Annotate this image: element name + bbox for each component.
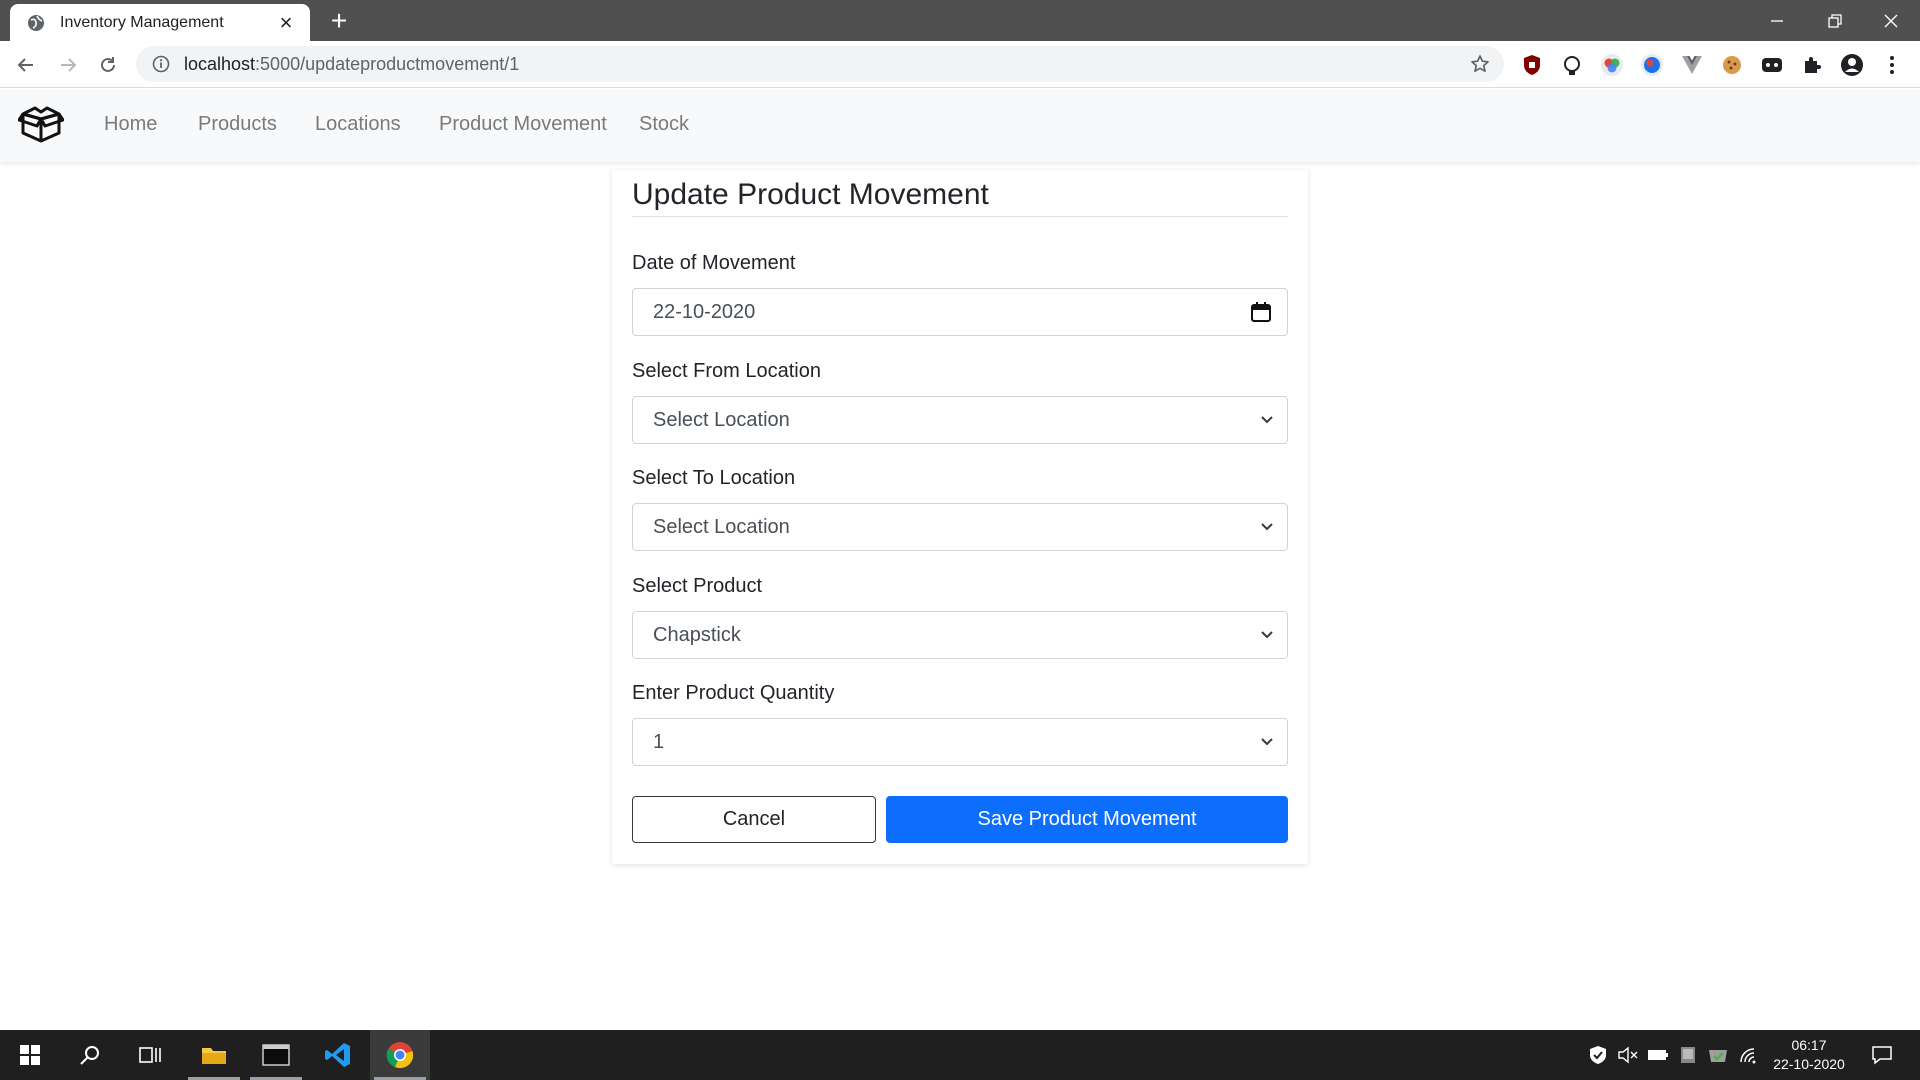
sync-tray-icon[interactable] [1704, 1030, 1732, 1080]
ublock-shield-icon[interactable] [1518, 51, 1546, 79]
nav-locations[interactable]: Locations [315, 113, 401, 136]
update-movement-card: Update Product Movement Date of Movement… [612, 170, 1308, 864]
quantity-select[interactable]: 1 [632, 718, 1288, 766]
browser-toolbar: localhost:5000/updateproductmovement/1 [0, 41, 1920, 88]
tab-title: Inventory Management [60, 13, 224, 31]
url-host: localhost [184, 53, 256, 74]
clock-time: 06:17 [1791, 1037, 1827, 1053]
browser-tab[interactable]: Inventory Management × [10, 4, 310, 41]
system-clock[interactable]: 06:17 22-10-2020 [1764, 1036, 1854, 1074]
address-bar[interactable]: localhost:5000/updateproductmovement/1 [136, 46, 1504, 82]
clock-date: 22-10-2020 [1773, 1056, 1845, 1072]
battery-icon[interactable] [1644, 1030, 1672, 1080]
chevron-down-icon [1247, 611, 1287, 659]
volume-muted-icon[interactable] [1614, 1030, 1642, 1080]
cancel-button[interactable]: Cancel [632, 796, 876, 843]
product-select[interactable]: Chapstick [632, 611, 1288, 659]
restore-window-icon[interactable] [1806, 0, 1864, 41]
from-location-select[interactable]: Select Location [632, 396, 1288, 444]
puzzle-extensions-icon[interactable] [1798, 51, 1826, 79]
to-location-select[interactable]: Select Location [632, 503, 1288, 551]
browser-tab-strip: Inventory Management × + [0, 0, 1920, 41]
from-location-label: Select From Location [632, 360, 821, 382]
from-location-value: Select Location [653, 408, 790, 431]
octocat-icon[interactable] [1558, 51, 1586, 79]
app-navbar: Home Products Locations Product Movement… [0, 89, 1920, 162]
search-icon[interactable] [60, 1030, 120, 1080]
nav-product-movement[interactable]: Product Movement [439, 113, 607, 136]
forward-arrow-icon[interactable] [52, 49, 84, 81]
device-tray-icon[interactable] [1674, 1030, 1702, 1080]
windows-start-icon[interactable] [0, 1030, 60, 1080]
notification-center-icon[interactable] [1864, 1030, 1900, 1080]
product-label: Select Product [632, 575, 763, 597]
chevron-down-icon [1247, 396, 1287, 444]
save-movement-button[interactable]: Save Product Movement [886, 796, 1288, 843]
nav-products[interactable]: Products [198, 113, 277, 136]
minimize-window-icon[interactable] [1748, 0, 1806, 41]
wifi-icon[interactable] [1734, 1030, 1762, 1080]
reload-icon[interactable] [92, 49, 124, 81]
back-arrow-icon[interactable] [10, 49, 42, 81]
calendar-icon[interactable] [1235, 288, 1287, 336]
bookmark-star-icon[interactable] [1468, 52, 1492, 76]
chevron-down-icon [1247, 503, 1287, 551]
nav-home[interactable]: Home [104, 113, 157, 136]
profile-avatar-icon[interactable] [1838, 51, 1866, 79]
file-explorer-icon[interactable] [184, 1030, 244, 1080]
new-tab-button[interactable]: + [324, 6, 354, 36]
vue-devtools-icon[interactable] [1678, 51, 1706, 79]
chevron-down-icon [1247, 718, 1287, 766]
title-divider [632, 216, 1288, 217]
terminal-icon[interactable] [246, 1030, 306, 1080]
task-view-icon[interactable] [120, 1030, 180, 1080]
color-picker-icon[interactable] [1598, 51, 1626, 79]
url-path: :5000/updateproductmovement/1 [255, 53, 520, 74]
date-label: Date of Movement [632, 252, 796, 274]
close-window-icon[interactable] [1862, 0, 1920, 41]
quantity-value: 1 [653, 730, 665, 753]
nav-stock[interactable]: Stock [639, 113, 689, 136]
date-value: 22-10-2020 [653, 300, 756, 323]
globe-icon [26, 13, 46, 33]
taskbar: 06:17 22-10-2020 [0, 1030, 1920, 1080]
gamepad-extension-icon[interactable] [1758, 51, 1786, 79]
vscode-icon[interactable] [308, 1030, 368, 1080]
quantity-label: Enter Product Quantity [632, 682, 835, 704]
product-value: Chapstick [653, 623, 741, 646]
page-title: Update Product Movement [632, 178, 989, 211]
tab-close-icon[interactable]: × [274, 10, 298, 35]
defender-shield-icon[interactable] [1584, 1030, 1612, 1080]
to-location-label: Select To Location [632, 467, 796, 489]
menu-kebab-icon[interactable] [1878, 51, 1906, 79]
chrome-icon[interactable] [370, 1030, 430, 1080]
info-icon[interactable] [150, 53, 172, 75]
globe-extension-icon[interactable] [1638, 51, 1666, 79]
cookie-icon[interactable] [1718, 51, 1746, 79]
to-location-value: Select Location [653, 515, 790, 538]
date-input[interactable]: 22-10-2020 [632, 288, 1288, 336]
box-icon[interactable] [17, 105, 66, 145]
